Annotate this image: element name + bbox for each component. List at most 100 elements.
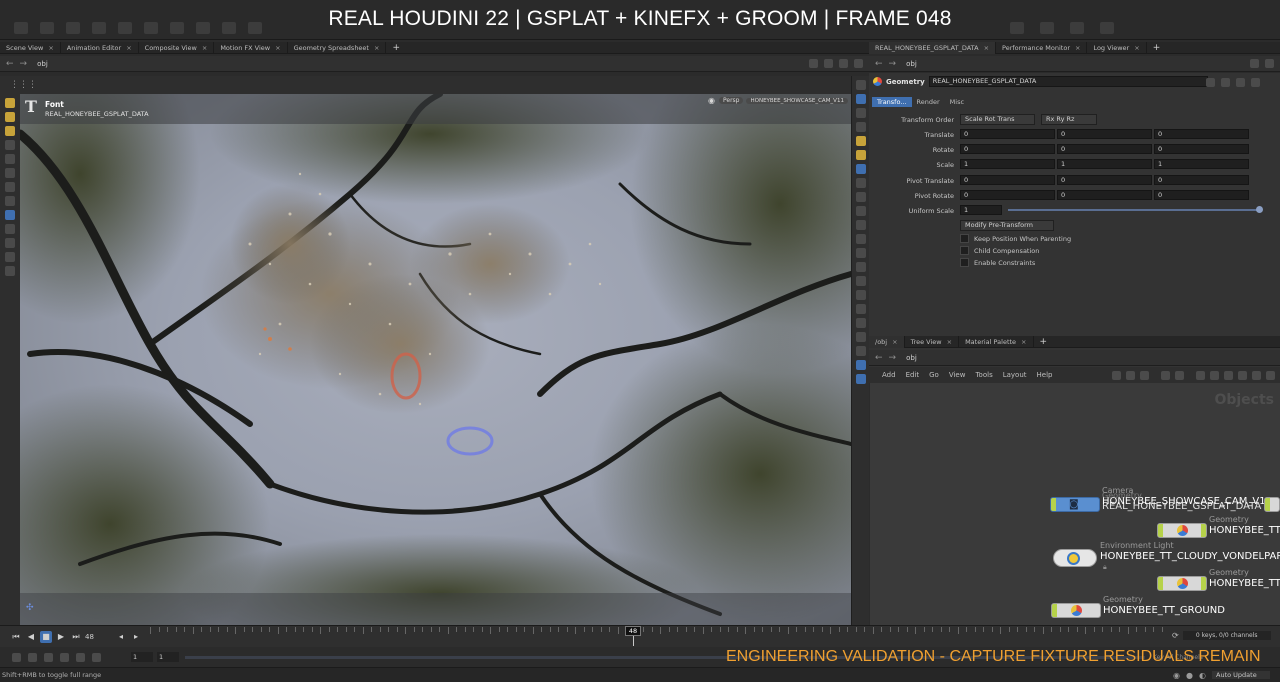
range-end-field[interactable]: 1 <box>157 652 179 662</box>
translate-z-field[interactable]: 0 <box>1154 129 1249 139</box>
tab-log-viewer[interactable]: Log Viewer × <box>1087 42 1147 54</box>
add-tab-icon[interactable]: + <box>386 42 406 54</box>
close-icon[interactable]: × <box>1021 338 1026 346</box>
transform-order-menu[interactable]: Scale Rot Trans <box>960 114 1035 125</box>
tab-tree-view[interactable]: Tree View × <box>905 336 960 348</box>
timeline-ruler[interactable] <box>150 627 1170 644</box>
search-icon[interactable] <box>1252 370 1261 380</box>
list-view-icon[interactable] <box>1140 370 1149 380</box>
close-icon[interactable]: × <box>947 338 952 346</box>
scale-x-field[interactable]: 1 <box>960 159 1055 169</box>
menu-go[interactable]: Go <box>929 371 939 379</box>
render-region-icon[interactable] <box>5 252 15 262</box>
palette-icon[interactable] <box>1210 370 1219 380</box>
guide-icon[interactable] <box>855 304 866 314</box>
display-options-icon[interactable] <box>855 80 866 90</box>
brush-tool-icon[interactable] <box>5 182 15 192</box>
bulb-icon[interactable] <box>855 164 866 174</box>
pivot-translate-z-field[interactable]: 0 <box>1154 175 1249 185</box>
translate-y-field[interactable]: 0 <box>1057 129 1152 139</box>
node-geometry[interactable] <box>1157 576 1207 591</box>
back-arrow-icon[interactable]: ← <box>875 59 883 69</box>
move-tool-icon[interactable] <box>5 112 15 122</box>
jump-start-icon[interactable]: ⏮ <box>10 631 22 643</box>
tab-geometry-spreadsheet[interactable]: Geometry Spreadsheet × <box>288 42 387 54</box>
tab-param-node[interactable]: REAL_HONEYBEE_GSPLAT_DATA × <box>869 42 997 54</box>
node-offscreen[interactable] <box>1264 497 1280 512</box>
node-bypass-flag[interactable] <box>1158 524 1163 537</box>
persp-menu[interactable]: Persp <box>718 97 744 104</box>
node-display-flag[interactable] <box>1201 577 1206 590</box>
table-view-icon[interactable] <box>1175 370 1184 380</box>
menu-edit[interactable]: Edit <box>906 371 920 379</box>
wire-icon[interactable] <box>855 108 866 118</box>
network-path[interactable]: obj <box>37 60 48 68</box>
fps-icon[interactable] <box>60 652 69 662</box>
vertex-icon[interactable] <box>855 248 866 258</box>
network-editor[interactable]: Objects ◙ Camera HONEYBEE_SHOWCASE_CAM_V… <box>870 383 1280 625</box>
menu-layout[interactable]: Layout <box>1003 371 1027 379</box>
key-icon[interactable]: ⟳ <box>1172 631 1179 640</box>
step-back-icon[interactable]: ◂ <box>115 631 127 643</box>
list-icon[interactable] <box>855 346 866 356</box>
eye-icon[interactable]: ◐ <box>1199 671 1206 680</box>
search-icon[interactable] <box>1236 78 1245 87</box>
slider-handle[interactable] <box>1256 206 1263 213</box>
forward-arrow-icon[interactable]: → <box>20 59 28 69</box>
tab-motion-fx-view[interactable]: Motion FX View × <box>214 42 288 54</box>
pose-tool-icon[interactable] <box>5 168 15 178</box>
scale-z-field[interactable]: 1 <box>1154 159 1249 169</box>
node-bypass-flag[interactable] <box>1158 577 1163 590</box>
info-icon[interactable] <box>1251 78 1260 87</box>
menu-tools[interactable]: Tools <box>975 371 992 379</box>
close-icon[interactable]: × <box>275 44 280 52</box>
close-icon[interactable]: × <box>126 44 131 52</box>
pivot-translate-x-field[interactable]: 0 <box>960 175 1055 185</box>
close-icon[interactable]: × <box>1134 44 1139 52</box>
play-forward-icon[interactable]: ▶ <box>55 631 67 643</box>
menu-help[interactable]: Help <box>1037 371 1053 379</box>
rotate-tool-icon[interactable] <box>5 126 15 136</box>
bounds-icon[interactable] <box>855 290 866 300</box>
menu-add[interactable]: Add <box>882 371 896 379</box>
link-icon[interactable] <box>1265 59 1274 68</box>
node-name-field[interactable]: REAL_HONEYBEE_GSPLAT_DATA <box>928 76 1208 87</box>
audio-icon[interactable] <box>28 652 37 662</box>
enable-constraints-checkbox[interactable] <box>960 258 969 267</box>
help-icon[interactable] <box>1221 78 1230 87</box>
image-icon[interactable] <box>1196 370 1205 380</box>
handle-tool-icon[interactable] <box>5 154 15 164</box>
wrench-icon[interactable] <box>1112 370 1121 380</box>
view-tool-icon[interactable] <box>5 196 15 206</box>
tab-composite-view[interactable]: Composite View × <box>139 42 215 54</box>
tab-material-palette[interactable]: Material Palette × <box>959 336 1034 348</box>
points-icon[interactable] <box>855 206 866 216</box>
flipbook-icon[interactable] <box>5 266 15 276</box>
frame-all-icon[interactable] <box>1266 370 1275 380</box>
tab-animation-editor[interactable]: Animation Editor × <box>61 42 139 54</box>
node-camera[interactable]: ◙ <box>1050 497 1100 512</box>
pivot-rotate-z-field[interactable]: 0 <box>1154 190 1249 200</box>
back-arrow-icon[interactable]: ← <box>6 59 14 69</box>
rotate-order-menu[interactable]: Rx Ry Rz <box>1041 114 1097 125</box>
light-icon[interactable] <box>855 136 866 146</box>
camera-lock-icon[interactable] <box>839 59 848 68</box>
labels-icon[interactable] <box>855 332 866 342</box>
node-environment-light[interactable] <box>1053 549 1097 567</box>
rotate-y-field[interactable]: 0 <box>1057 144 1152 154</box>
node-geometry[interactable] <box>1157 523 1207 538</box>
camera-icon[interactable]: ◉ <box>708 96 715 105</box>
jump-end-icon[interactable]: ⏭ <box>70 631 82 643</box>
scale-tool-icon[interactable] <box>5 140 15 150</box>
node-bypass-flag[interactable] <box>1265 498 1270 511</box>
close-icon[interactable]: × <box>892 338 897 346</box>
playhead[interactable]: 48 <box>625 626 641 636</box>
tab-performance-monitor[interactable]: Performance Monitor × <box>996 42 1088 54</box>
uv-icon[interactable] <box>855 234 866 244</box>
lock-icon[interactable] <box>5 238 15 248</box>
node-bypass-flag[interactable] <box>1052 604 1057 617</box>
pivot-rotate-x-field[interactable]: 0 <box>960 190 1055 200</box>
select-tool-icon[interactable] <box>5 98 15 108</box>
grid-view-icon[interactable] <box>1161 370 1170 380</box>
pivot-rotate-y-field[interactable]: 0 <box>1057 190 1152 200</box>
